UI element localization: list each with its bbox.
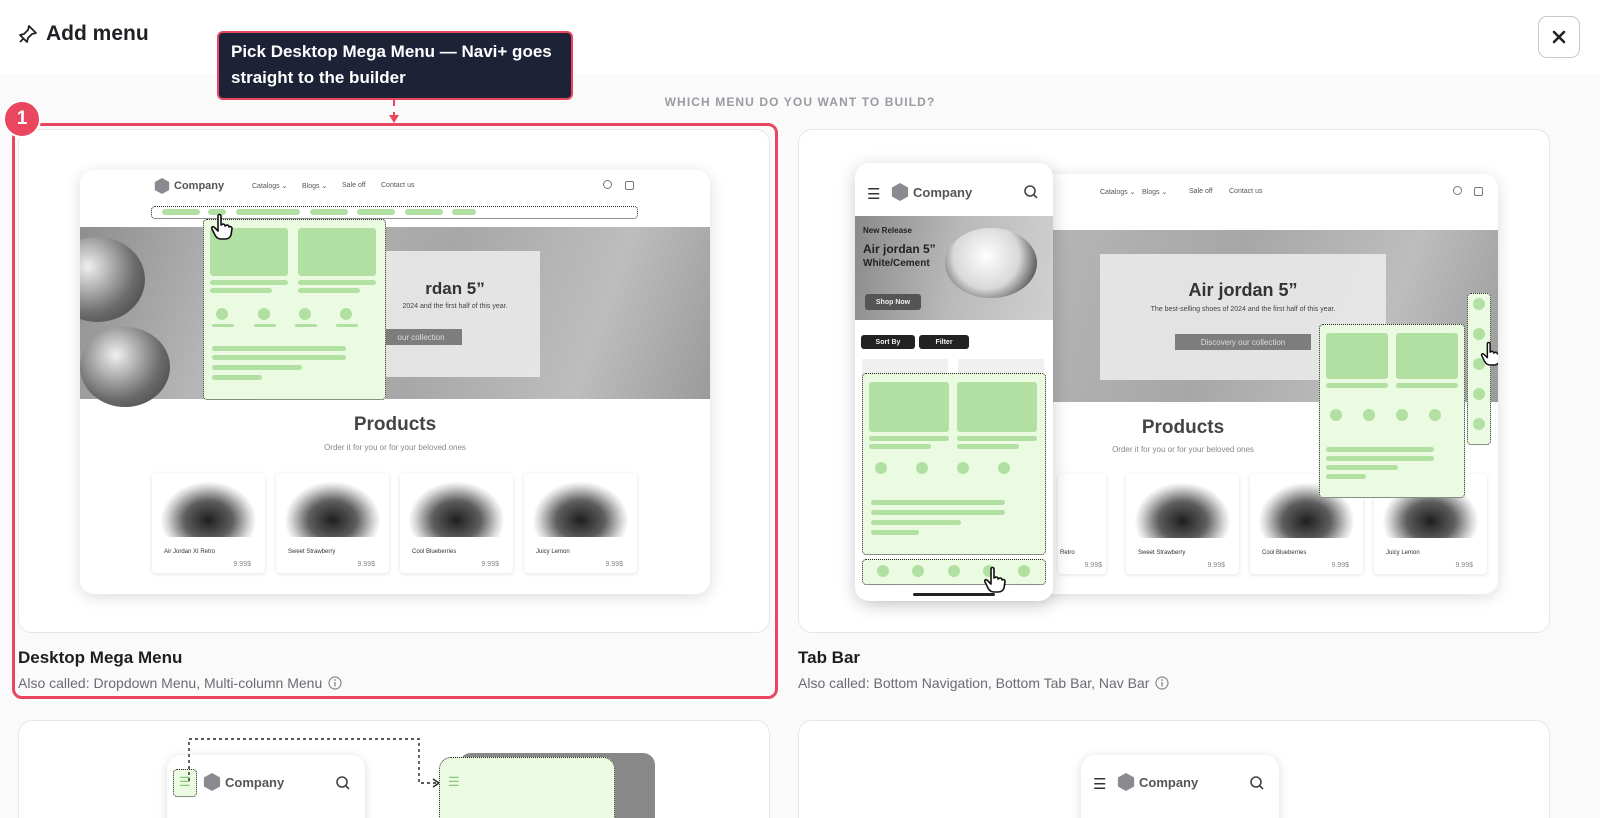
product-card: Retro 9.99$ [1058,474,1106,574]
dialog-title-text: Add menu [46,22,149,45]
selection-highlight [12,123,778,699]
hamburger-icon: ☰ [867,186,881,203]
pointer-hand-icon [983,566,1006,593]
mobile-hero-cta: Shop Now [865,294,921,310]
cart-icon [1474,187,1483,196]
user-icon [1453,186,1462,195]
hero-button: Discovery our collection [1175,334,1311,350]
close-button[interactable] [1538,16,1580,58]
hamburger-icon: ☰ [1093,776,1107,793]
product-card: Sweet Strawberry 9.99$ [1126,474,1239,574]
sort-by-button: Sort By [861,335,915,349]
search-icon [1250,776,1264,790]
info-icon[interactable] [1155,676,1170,690]
flow-arrow [188,738,441,788]
site-nav-item: Catalogs ⌄ [1100,189,1136,196]
pointer-hand-icon [1480,341,1498,366]
search-icon [1024,185,1038,199]
preview-mobile-phone: ☰ Company New Release Air jordan 5” Whit… [855,163,1053,601]
option-card-slide-menu[interactable]: ☰ Company ☰ [18,720,770,818]
site-logo: Company [1117,773,1198,791]
side-tab-bar-highlight [1467,293,1491,445]
option-subtitle-tab-bar: Also called: Bottom Navigation, Bottom T… [798,675,1170,691]
hero-title: Air jordan 5” [1188,280,1298,300]
home-indicator [913,593,995,596]
option-card-mobile-menu[interactable]: ☰ Company [798,720,1550,818]
mobile-hero: New Release Air jordan 5” White/Cement S… [855,216,1053,320]
site-logo: Company [891,183,972,201]
close-icon [1552,30,1566,44]
tooltip-arrow-head [389,115,399,123]
slide-menu-panel: ☰ [439,757,615,818]
mobile-hero-title: Air jordan 5” [863,242,936,256]
mobile-hero-badge: New Release [863,226,912,235]
site-nav-item: Contact us [1229,188,1263,195]
preview-mobile-header: ☰ Company [1081,755,1279,818]
site-nav-item: Sale off [1189,188,1213,195]
hero-subtitle: The best-selling shoes of 2024 and the f… [1150,306,1336,313]
guide-tooltip: Pick Desktop Mega Menu — Navi+ goes stra… [217,31,573,100]
step-badge: 1 [3,100,41,138]
dialog-title: Add menu [18,22,149,46]
bottom-tab-bar-highlight [862,559,1046,585]
option-card-tab-bar[interactable]: Catalogs ⌄ Blogs ⌄ Sale off Contact us A… [798,129,1550,633]
mega-menu-dropdown [862,373,1046,555]
mega-menu-dropdown [1319,324,1465,498]
option-title-tab-bar[interactable]: Tab Bar [798,648,860,668]
site-nav-item: Blogs ⌄ [1142,189,1168,196]
pin-icon [19,25,37,43]
mobile-hero-title-2: White/Cement [863,258,930,269]
filter-button: Filter [919,335,969,349]
